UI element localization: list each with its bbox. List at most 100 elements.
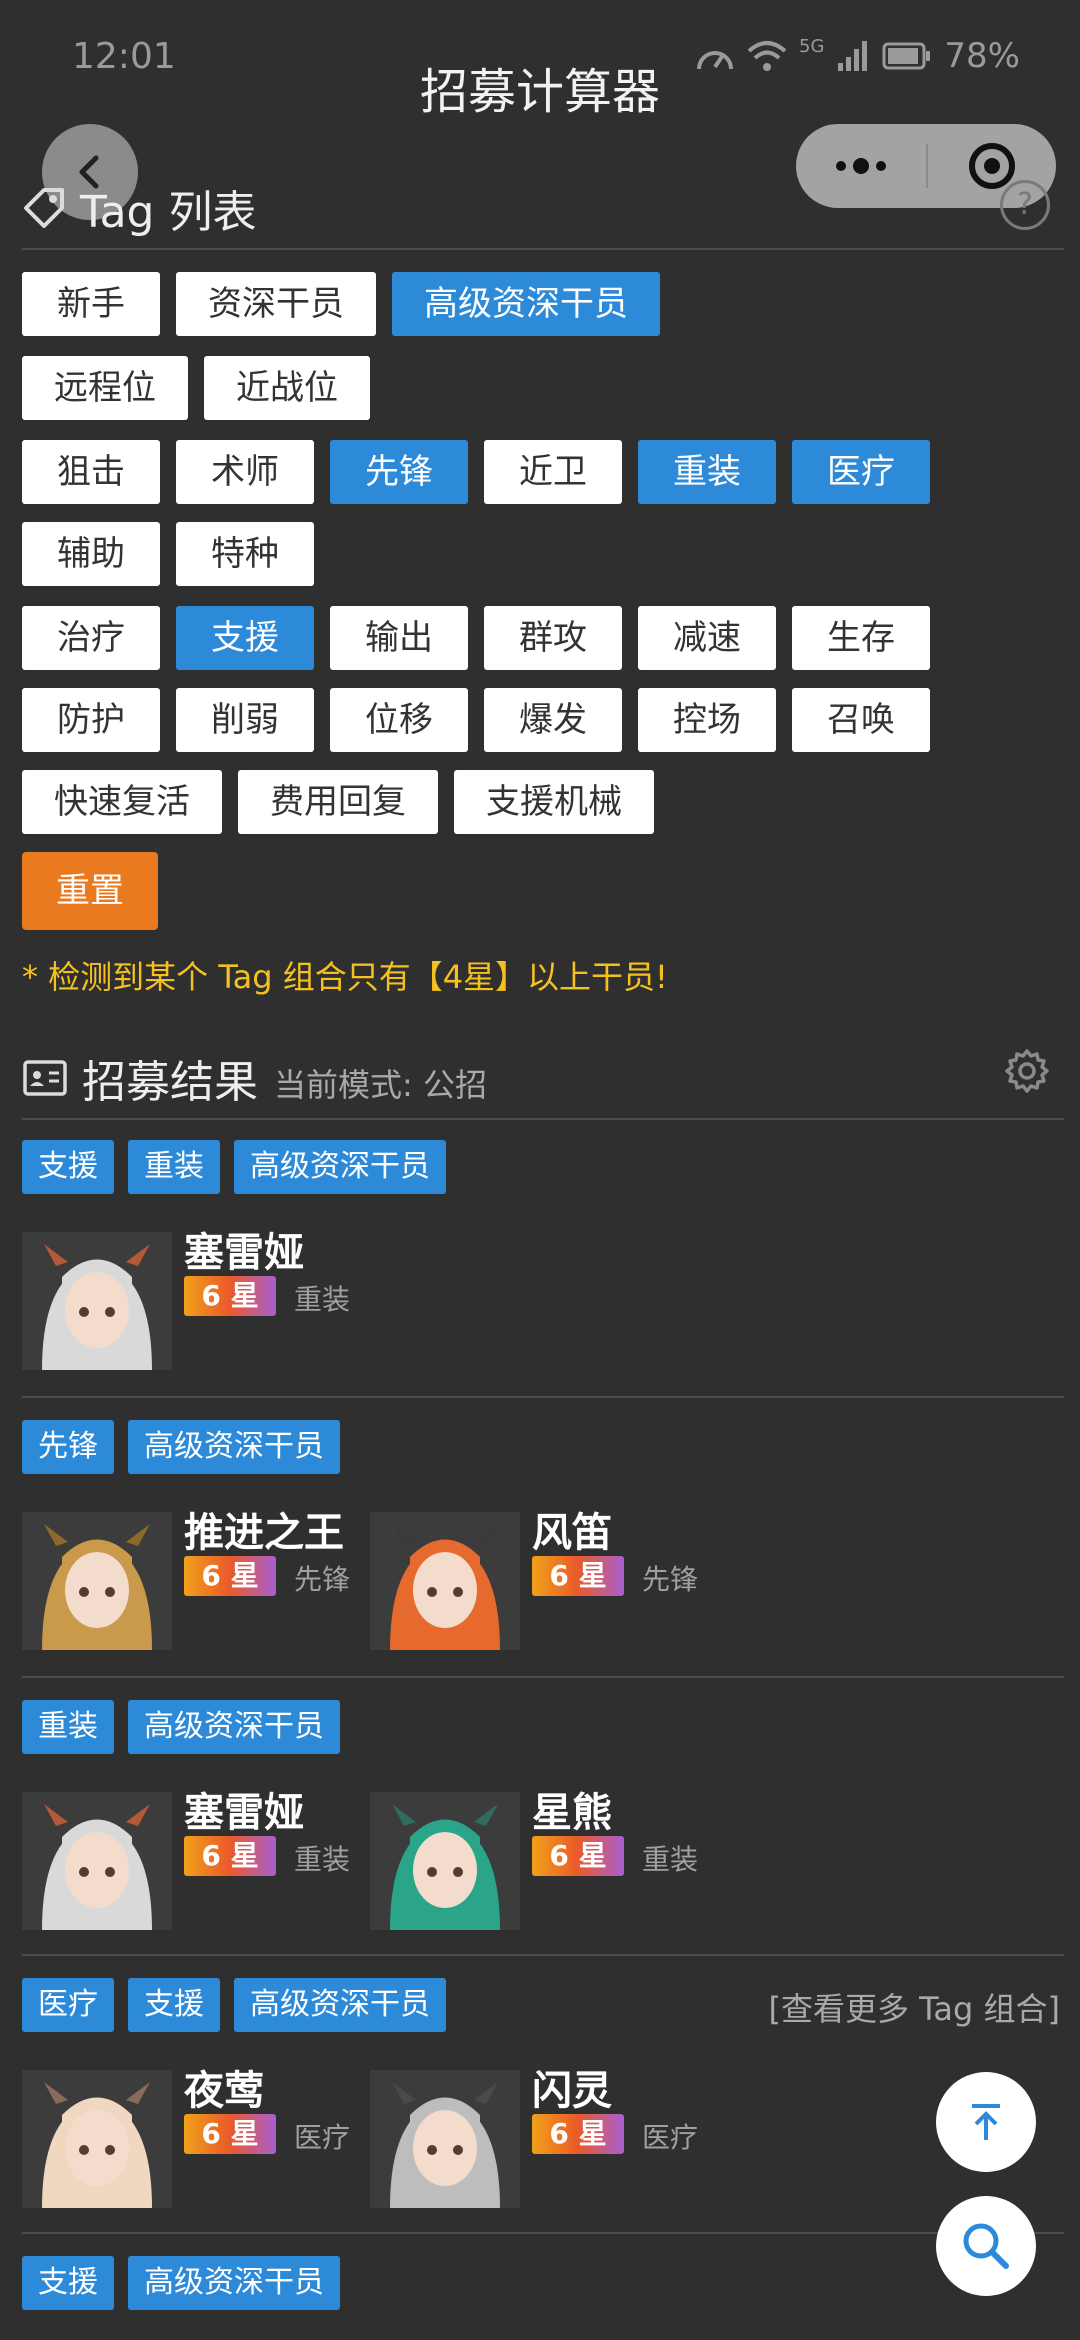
result-tag: 先锋 <box>22 1420 114 1474</box>
tag-button[interactable]: 治疗 <box>22 606 160 670</box>
tag-button[interactable]: 远程位 <box>22 356 188 420</box>
arrow-to-top-icon <box>972 2104 1000 2140</box>
tag-button[interactable]: 资深干员 <box>176 272 376 336</box>
result-tag-combo: 支援 高级资深干员 <box>22 2256 340 2310</box>
operator-name: 星熊 <box>532 1790 612 1836</box>
tag-button[interactable]: 高级资深干员 <box>392 272 660 336</box>
tag-button[interactable]: 快速复活 <box>22 770 222 834</box>
result-tag: 高级资深干员 <box>128 1700 340 1754</box>
tag-button[interactable]: 近卫 <box>484 440 622 504</box>
status-bar: 12:01 5G 78% 招募计算器 <box>0 0 1080 121</box>
operator-card[interactable]: 夜莺 6 星医疗 <box>22 2058 362 2208</box>
target-close-icon <box>969 143 1015 189</box>
operator-card[interactable]: 风笛 6 星先锋 <box>370 1500 710 1650</box>
operator-avatar <box>22 1792 172 1930</box>
tag-row: 辅助 特种 <box>22 522 314 586</box>
page-title: 招募计算器 <box>419 64 660 120</box>
tag-button[interactable]: 先锋 <box>330 440 468 504</box>
tag-button[interactable]: 新手 <box>22 272 160 336</box>
tag-button[interactable]: 术师 <box>176 440 314 504</box>
operator-card[interactable]: 推进之王 6 星先锋 <box>22 1500 362 1650</box>
operator-class: 重装 <box>294 1843 351 1876</box>
operator-class: 重装 <box>642 1843 699 1876</box>
operator-name: 推进之王 <box>184 1510 344 1556</box>
divider <box>22 1118 1064 1120</box>
more-tag-combos-link[interactable]: [查看更多 Tag 组合] <box>769 1984 1061 2030</box>
operator-card[interactable]: 闪灵 6 星医疗 <box>370 2058 710 2208</box>
tag-button[interactable]: 爆发 <box>484 688 622 752</box>
settings-button[interactable] <box>1004 1048 1050 1098</box>
result-tag: 重装 <box>22 1700 114 1754</box>
rarity-badge: 6 星 <box>184 1276 276 1316</box>
operator-avatar <box>370 2070 520 2208</box>
result-tag: 高级资深干员 <box>128 2256 340 2310</box>
tag-button[interactable]: 近战位 <box>204 356 370 420</box>
tag-button[interactable]: 辅助 <box>22 522 160 586</box>
divider <box>22 248 1064 250</box>
result-tag: 重装 <box>128 1140 220 1194</box>
tag-row: 防护 削弱 位移 爆发 控场 召唤 <box>22 688 930 752</box>
reset-button[interactable]: 重置 <box>22 852 158 930</box>
tag-button[interactable]: 防护 <box>22 688 160 752</box>
tag-button[interactable]: 削弱 <box>176 688 314 752</box>
operator-avatar <box>370 1792 520 1930</box>
operator-name: 塞雷娅 <box>184 1230 304 1276</box>
help-icon[interactable]: ? <box>1000 180 1050 230</box>
result-tag: 支援 <box>22 2256 114 2310</box>
rarity-badge: 6 星 <box>184 1836 276 1876</box>
results-title: 招募结果 <box>82 1057 258 1108</box>
tag-button[interactable]: 支援 <box>176 606 314 670</box>
operator-card[interactable]: 塞雷娅 6 星重装 <box>22 1780 362 1930</box>
warning-text: * 检测到某个 Tag 组合只有【4星】以上干员! <box>22 958 668 996</box>
tag-button[interactable]: 医疗 <box>792 440 930 504</box>
operator-avatar <box>22 1232 172 1370</box>
operator-avatar <box>370 1512 520 1650</box>
tag-row: 远程位 近战位 <box>22 356 370 420</box>
divider <box>22 2232 1064 2234</box>
rarity-badge: 6 星 <box>532 2114 624 2154</box>
tag-button[interactable]: 狙击 <box>22 440 160 504</box>
result-tag-combo: 医疗 支援 高级资深干员 <box>22 1978 446 2032</box>
tag-button[interactable]: 位移 <box>330 688 468 752</box>
tag-list-header: Tag 列表 <box>22 176 256 240</box>
more-button[interactable] <box>796 124 926 208</box>
result-tag-combo: 先锋 高级资深干员 <box>22 1420 340 1474</box>
tag-row: 治疗 支援 输出 群攻 减速 生存 <box>22 606 930 670</box>
operator-avatar <box>22 1512 172 1650</box>
operator-class: 先锋 <box>642 1563 699 1596</box>
tag-button[interactable]: 支援机械 <box>454 770 654 834</box>
search-button[interactable] <box>936 2196 1036 2296</box>
tag-button[interactable]: 召唤 <box>792 688 930 752</box>
tag-button[interactable]: 输出 <box>330 606 468 670</box>
divider <box>22 1954 1064 1956</box>
tag-button[interactable]: 群攻 <box>484 606 622 670</box>
operator-class: 医疗 <box>294 2121 351 2154</box>
scroll-top-button[interactable] <box>936 2072 1036 2172</box>
tag-button[interactable]: 特种 <box>176 522 314 586</box>
tag-button[interactable]: 重装 <box>638 440 776 504</box>
result-tag: 高级资深干员 <box>128 1420 340 1474</box>
operator-name: 风笛 <box>532 1510 612 1556</box>
results-header: 招募结果 当前模式: 公招 <box>22 1046 487 1110</box>
divider <box>22 1676 1064 1678</box>
mode-label: 当前模式: 公招 <box>274 1066 487 1104</box>
tag-row: 新手 资深干员 高级资深干员 <box>22 272 660 336</box>
rarity-badge: 6 星 <box>532 1556 624 1596</box>
divider <box>22 1396 1064 1398</box>
result-tag-combo: 重装 高级资深干员 <box>22 1700 340 1754</box>
operator-name: 塞雷娅 <box>184 1790 304 1836</box>
tag-button[interactable]: 费用回复 <box>238 770 438 834</box>
operator-card[interactable]: 星熊 6 星重装 <box>370 1780 710 1930</box>
tag-button[interactable]: 生存 <box>792 606 930 670</box>
result-tag: 医疗 <box>22 1978 114 2032</box>
tag-button[interactable]: 控场 <box>638 688 776 752</box>
result-tag-combo: 支援 重装 高级资深干员 <box>22 1140 446 1194</box>
result-tag: 高级资深干员 <box>234 1140 446 1194</box>
tag-button[interactable]: 减速 <box>638 606 776 670</box>
operator-class: 先锋 <box>294 1563 351 1596</box>
result-tag: 支援 <box>22 1140 114 1194</box>
operator-class: 医疗 <box>642 2121 699 2154</box>
operator-card[interactable]: 塞雷娅 6 星重装 <box>22 1220 362 1370</box>
more-dots-icon <box>836 158 886 174</box>
gear-icon <box>1005 1049 1049 1093</box>
